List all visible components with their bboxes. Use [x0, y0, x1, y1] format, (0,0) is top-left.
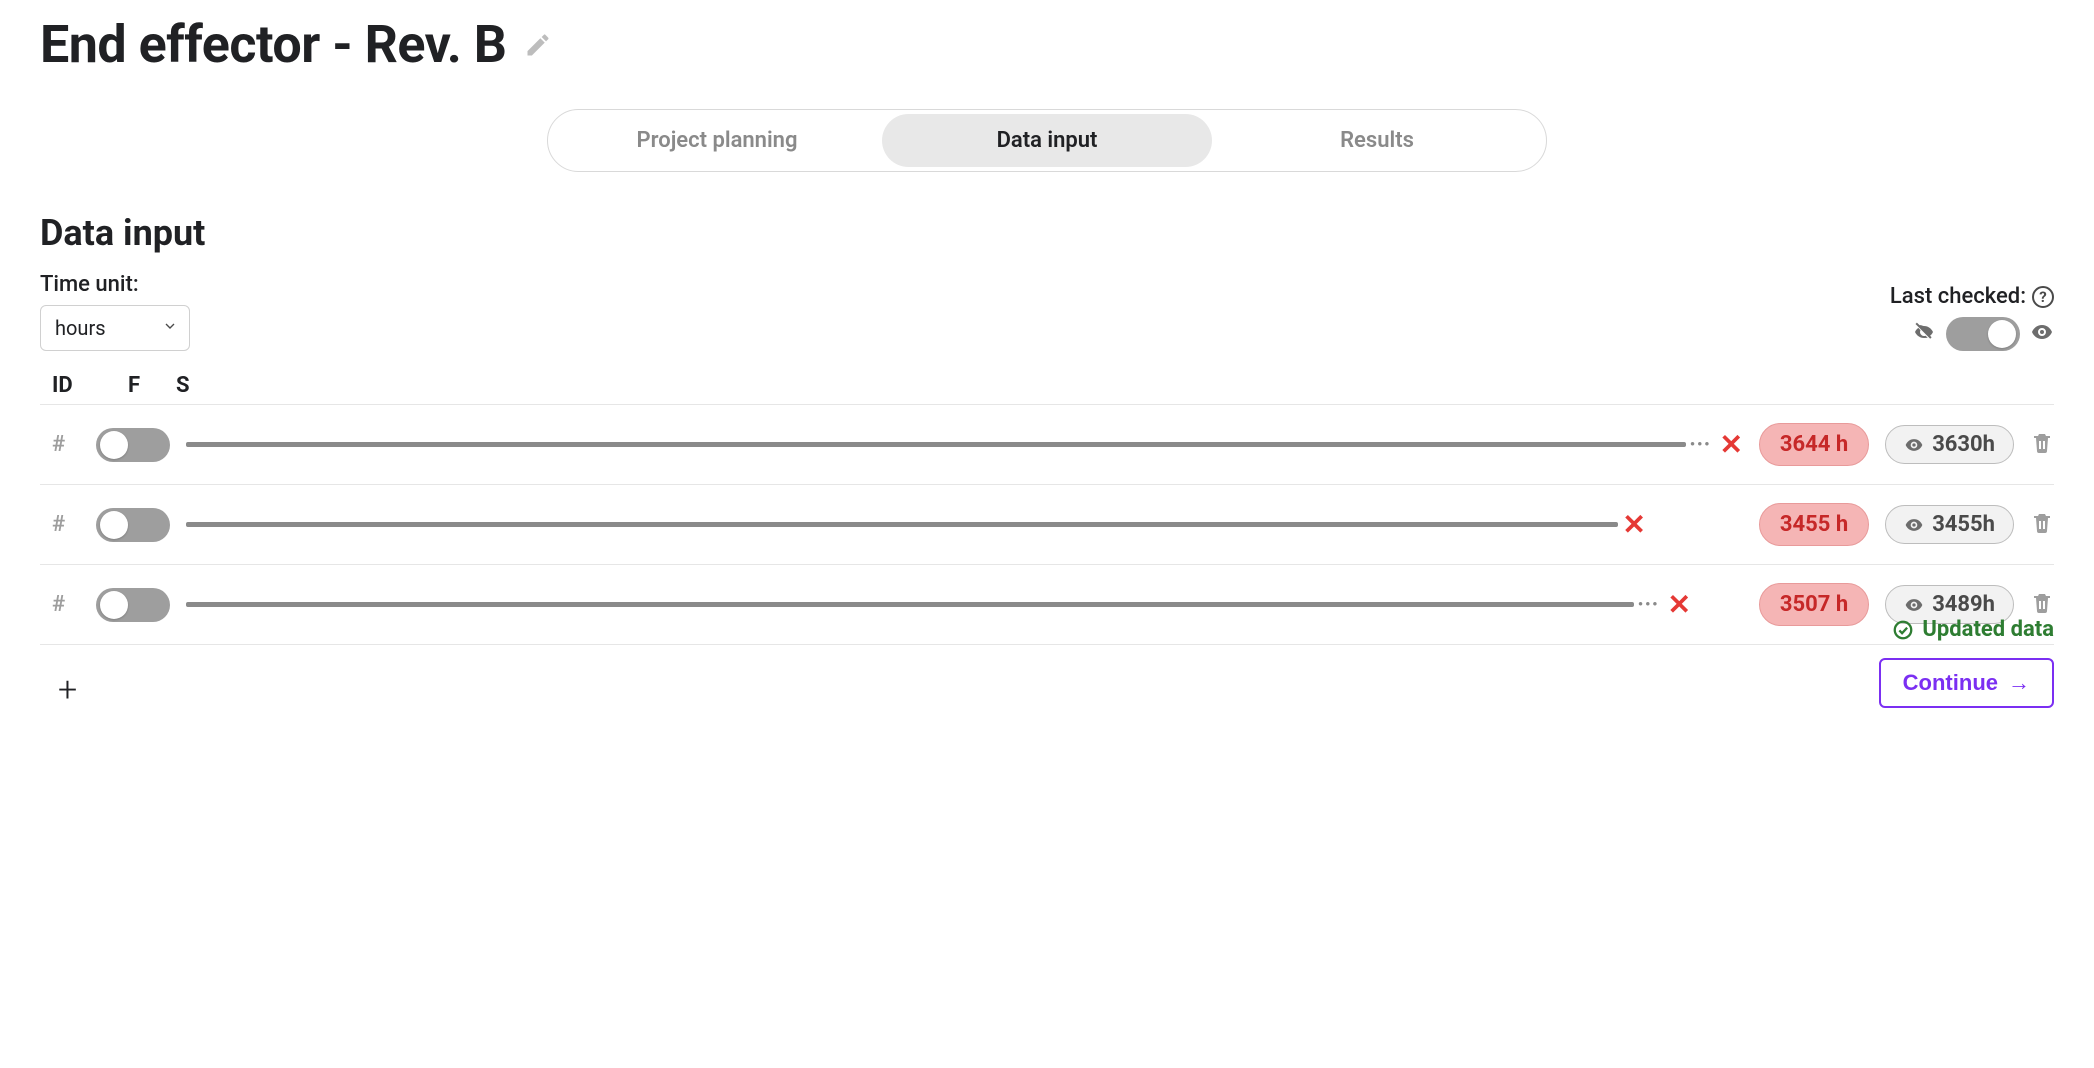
row-id-placeholder: # [40, 592, 80, 617]
checked-time-badge[interactable]: 3630h [1885, 425, 2014, 464]
data-rows: #•••✕3644 h3630h#✕3455 h3455h#•••✕3507 h… [40, 404, 2054, 645]
add-row-button[interactable]: + [58, 673, 77, 707]
close-icon[interactable]: ✕ [1618, 511, 1645, 539]
eye-icon [2030, 320, 2054, 348]
fail-time-badge[interactable]: 3455 h [1759, 503, 1869, 546]
data-row: # ✕ 3455 h 3455h [40, 484, 2054, 564]
fail-time-badge[interactable]: 3507 h [1759, 583, 1869, 626]
data-row: # •••✕ 3507 h 3489h [40, 564, 2054, 645]
arrow-right-icon: → [2008, 670, 2030, 696]
fail-time-badge[interactable]: 3644 h [1759, 423, 1869, 466]
time-unit-select[interactable]: hours [40, 305, 190, 351]
chevron-down-icon [162, 318, 178, 338]
last-checked-label: Last checked: ? [1890, 284, 2054, 309]
col-header-id: ID [52, 373, 92, 398]
add-row: + [40, 673, 77, 707]
page-title: End effector - Rev. B [40, 14, 506, 75]
tab-results[interactable]: Results [1212, 114, 1542, 167]
tab-nav: Project planning Data input Results [40, 109, 2054, 172]
time-unit-label: Time unit: [40, 272, 190, 297]
row-toggle[interactable] [96, 588, 170, 622]
last-checked-text: Last checked: [1890, 284, 2026, 309]
last-checked-toggle-row [1890, 317, 2054, 351]
row-id-placeholder: # [40, 432, 80, 457]
footer: Updated data Continue → [1879, 617, 2054, 708]
updated-label: Updated data [1922, 617, 2054, 642]
row-toggle[interactable] [96, 428, 170, 462]
section-title: Data input [40, 212, 2054, 254]
close-icon[interactable]: ✕ [1715, 431, 1742, 459]
trash-icon[interactable] [2030, 431, 2054, 459]
trash-icon[interactable] [2030, 511, 2054, 539]
data-row: # •••✕ 3644 h 3630h [40, 404, 2054, 484]
checked-time-badge[interactable]: 3455h [1885, 505, 2014, 544]
track-ellipsis-icon: ••• [1686, 437, 1716, 453]
updated-status: Updated data [1892, 617, 2054, 642]
col-header-f: F [120, 373, 148, 398]
tab-nav-pill: Project planning Data input Results [547, 109, 1547, 172]
pencil-icon[interactable] [524, 31, 552, 59]
tab-data-input[interactable]: Data input [882, 114, 1212, 167]
checked-time-value: 3455h [1932, 512, 1995, 537]
column-headers: ID F S [40, 373, 2054, 398]
checked-time-value: 3630h [1932, 432, 1995, 457]
help-icon[interactable]: ? [2032, 286, 2054, 308]
row-toggle[interactable] [96, 508, 170, 542]
time-unit-block: Time unit: hours [40, 272, 190, 351]
continue-label: Continue [1903, 670, 1998, 696]
row-id-placeholder: # [40, 512, 80, 537]
trash-icon[interactable] [2030, 591, 2054, 619]
track-line [186, 442, 1686, 447]
row-track[interactable]: •••✕ [186, 429, 1743, 461]
last-checked-toggle[interactable] [1946, 317, 2020, 351]
eye-off-icon [1912, 320, 1936, 348]
page-title-row: End effector - Rev. B [40, 0, 2054, 75]
col-header-s: S [176, 373, 204, 398]
track-line [186, 602, 1634, 607]
row-track[interactable]: ✕ [186, 509, 1743, 541]
last-checked-block: Last checked: ? [1890, 284, 2054, 351]
close-icon[interactable]: ✕ [1663, 591, 1690, 619]
continue-button[interactable]: Continue → [1879, 658, 2054, 708]
track-ellipsis-icon: ••• [1634, 597, 1664, 613]
row-track[interactable]: •••✕ [186, 589, 1743, 621]
tab-project-planning[interactable]: Project planning [552, 114, 882, 167]
controls-row: Time unit: hours Last checked: ? [40, 272, 2054, 351]
track-line [186, 522, 1618, 527]
checked-time-value: 3489h [1932, 592, 1995, 617]
